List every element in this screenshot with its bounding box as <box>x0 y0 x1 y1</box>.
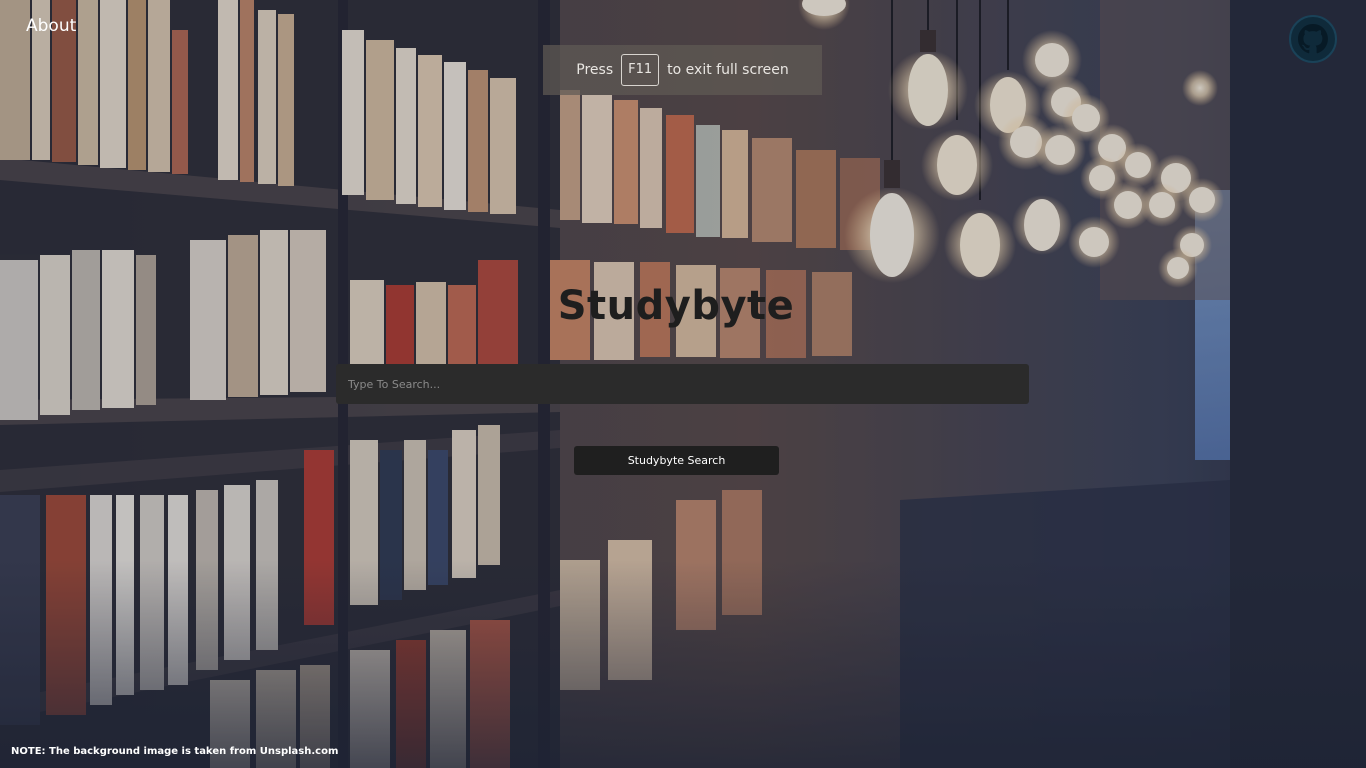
search-button[interactable]: Studybyte Search <box>574 446 779 475</box>
search-input[interactable] <box>336 364 1029 404</box>
background-credit-note: NOTE: The background image is taken from… <box>11 746 339 757</box>
page: About Press F11 to exit full screen Stud… <box>0 0 1366 768</box>
fullscreen-hint: Press F11 to exit full screen <box>543 45 822 95</box>
f11-key: F11 <box>621 54 660 86</box>
fullscreen-hint-prefix: Press <box>576 62 614 78</box>
github-icon <box>1289 15 1337 63</box>
fullscreen-hint-suffix: to exit full screen <box>667 62 789 78</box>
about-link[interactable]: About <box>26 16 76 36</box>
github-link[interactable] <box>1288 14 1338 64</box>
app-title: Studybyte <box>557 283 795 329</box>
